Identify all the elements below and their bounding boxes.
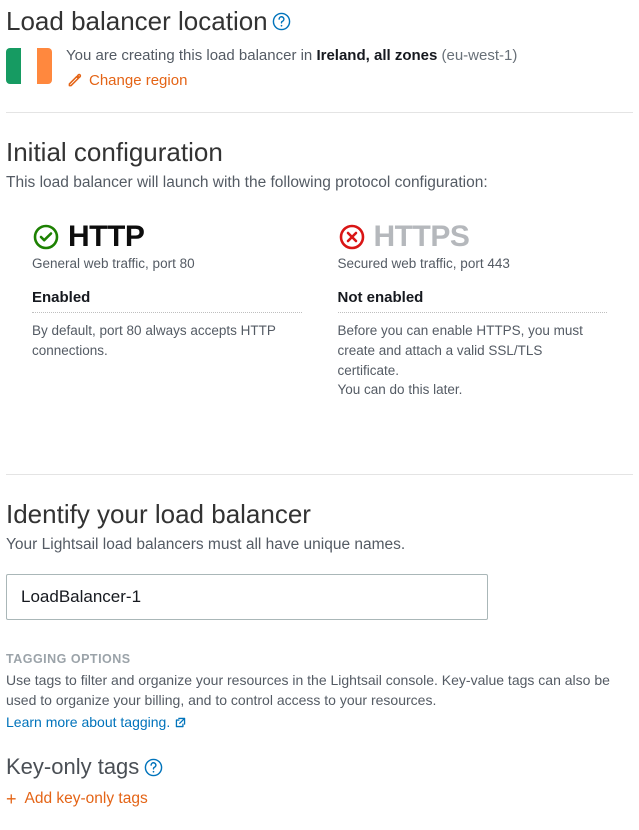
change-region-label: Change region (89, 72, 187, 89)
protocol-http-name: HTTP (68, 220, 144, 254)
config-subtitle: This load balancer will launch with the … (6, 174, 633, 192)
protocol-http-status: Enabled (32, 289, 302, 313)
tagging-options-label: TAGGING OPTIONS (6, 652, 633, 666)
protocol-http-card: HTTP General web traffic, port 80 Enable… (32, 220, 302, 399)
protocol-https-status: Not enabled (338, 289, 608, 313)
location-title-text: Load balancer location (6, 6, 268, 37)
add-key-only-tags-button[interactable]: + Add key-only tags (6, 790, 148, 808)
learn-more-tagging-link[interactable]: Learn more about tagging. (6, 714, 187, 730)
location-row: You are creating this load balancer in I… (6, 45, 633, 94)
help-icon[interactable] (272, 12, 292, 32)
region-flag-icon (6, 48, 52, 84)
location-section-title: Load balancer location (6, 6, 633, 37)
x-circle-icon (338, 223, 366, 251)
identify-section-title: Identify your load balancer (6, 499, 633, 530)
protocol-https-name: HTTPS (374, 220, 470, 254)
external-link-icon (174, 716, 187, 729)
protocol-http-desc: General web traffic, port 80 (32, 256, 302, 271)
plus-icon: + (6, 790, 17, 808)
key-only-tags-title: Key-only tags (6, 754, 633, 780)
identify-desc: Your Lightsail load balancers must all h… (6, 536, 633, 554)
load-balancer-name-input[interactable] (6, 574, 488, 620)
protocol-https-help: Before you can enable HTTPS, you must cr… (338, 321, 608, 399)
change-region-button[interactable]: Change region (66, 72, 187, 89)
section-divider (6, 112, 633, 113)
config-section-title: Initial configuration (6, 137, 633, 168)
protocol-https-card: HTTPS Secured web traffic, port 443 Not … (338, 220, 608, 399)
tagging-options-desc: Use tags to filter and organize your res… (6, 670, 633, 711)
check-circle-icon (32, 223, 60, 251)
protocol-http-help: By default, port 80 always accepts HTTP … (32, 321, 302, 360)
protocol-https-desc: Secured web traffic, port 443 (338, 256, 608, 271)
help-icon[interactable] (143, 757, 163, 777)
location-description: You are creating this load balancer in I… (66, 45, 517, 66)
section-divider (6, 474, 633, 475)
